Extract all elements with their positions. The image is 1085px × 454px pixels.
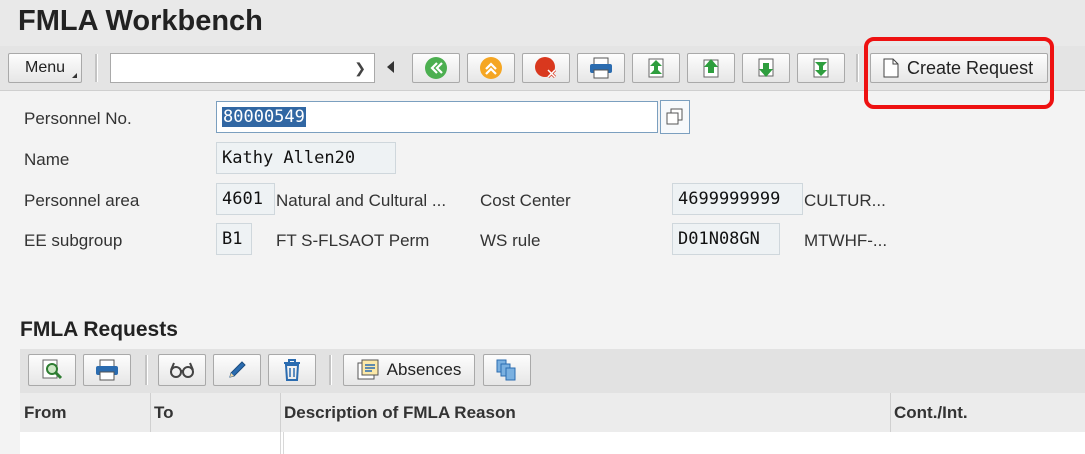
ee-subgroup-text: FT S-FLSAOT Perm [276, 231, 430, 250]
toolbar-separator [329, 355, 332, 385]
back-button[interactable] [412, 53, 460, 83]
column-header-description[interactable]: Description of FMLA Reason [280, 393, 890, 432]
ws-rule-text: MTWHF-... [804, 231, 888, 250]
personnel-area-code-value: 4601 [222, 189, 263, 209]
last-record-button[interactable] [797, 53, 845, 83]
name-label: Name [24, 150, 70, 169]
personnel-area-code: 4601 [216, 183, 275, 215]
name-field: Kathy Allen20 [216, 142, 396, 174]
first-record-button[interactable] [632, 53, 680, 83]
menu-button-label: Menu [24, 59, 66, 76]
cost-center-text: CULTUR... [804, 191, 886, 210]
personnel-no-input[interactable]: 80000549 [216, 101, 658, 133]
table-header: From To Description of FMLA Reason Cont.… [20, 393, 1085, 433]
column-header-from[interactable]: From [20, 393, 150, 432]
last-record-icon [809, 56, 833, 80]
requests-table-body [20, 432, 1085, 454]
ws-rule-code: D01N08GN [672, 223, 780, 255]
requests-toolbar: Absences [20, 349, 1085, 393]
exit-icon [479, 56, 503, 80]
command-field[interactable]: ❯ [110, 53, 375, 83]
print-icon [94, 359, 120, 381]
next-record-icon [754, 56, 778, 80]
cancel-button[interactable] [522, 53, 570, 83]
stacked-documents-icon [495, 358, 519, 382]
display-button[interactable] [158, 354, 206, 386]
value-help-button[interactable] [660, 100, 690, 134]
previous-record-button[interactable] [687, 53, 735, 83]
personnel-area-text: Natural and Cultural ... [276, 191, 447, 210]
next-record-button[interactable] [742, 53, 790, 83]
page-title: FMLA Workbench [18, 5, 263, 37]
annotation-highlight [864, 37, 1054, 109]
ws-rule-label: WS rule [480, 231, 541, 250]
pencil-icon [226, 359, 248, 381]
column-divider [283, 432, 284, 454]
menu-dropdown-icon [72, 73, 77, 78]
value-help-icon [661, 101, 689, 133]
back-icon [424, 56, 448, 80]
personnel-no-value: 80000549 [222, 107, 306, 127]
edit-button[interactable] [213, 354, 261, 386]
print-icon [588, 57, 614, 79]
absences-icon [357, 359, 381, 381]
toolbar-separator [856, 54, 859, 82]
chevron-down-icon[interactable]: ❯ [354, 60, 366, 77]
personnel-area-label: Personnel area [24, 191, 140, 210]
delete-button[interactable] [268, 354, 316, 386]
print-button[interactable] [577, 53, 625, 83]
name-value: Kathy Allen20 [222, 148, 356, 168]
collapse-arrow-icon[interactable] [387, 61, 394, 73]
trash-icon [281, 358, 303, 382]
personnel-no-label: Personnel No. [24, 109, 132, 128]
details-button[interactable] [28, 354, 76, 386]
ee-subgroup-code: B1 [216, 223, 252, 255]
requests-section-title: FMLA Requests [20, 318, 178, 341]
exit-button[interactable] [467, 53, 515, 83]
absences-button[interactable]: Absences [343, 354, 475, 386]
details-icon [40, 358, 64, 382]
menu-button[interactable]: Menu [8, 53, 82, 83]
first-record-icon [644, 56, 668, 80]
cost-center-label: Cost Center [480, 191, 571, 210]
cost-center-code: 4699999999 [672, 183, 803, 215]
overview-button[interactable] [483, 354, 531, 386]
column-header-to[interactable]: To [150, 393, 280, 432]
table-print-button[interactable] [83, 354, 131, 386]
ee-subgroup-label: EE subgroup [24, 231, 123, 250]
absences-label: Absences [386, 360, 462, 379]
column-divider [280, 432, 281, 454]
cost-center-code-value: 4699999999 [678, 189, 781, 209]
cancel-icon [534, 56, 558, 80]
ws-rule-code-value: D01N08GN [678, 229, 760, 249]
previous-record-icon [699, 56, 723, 80]
toolbar-separator [95, 54, 98, 82]
ee-subgroup-code-value: B1 [222, 229, 243, 249]
toolbar-separator [145, 355, 148, 385]
column-header-cont-int[interactable]: Cont./Int. [890, 393, 1085, 432]
glasses-icon [168, 360, 196, 380]
